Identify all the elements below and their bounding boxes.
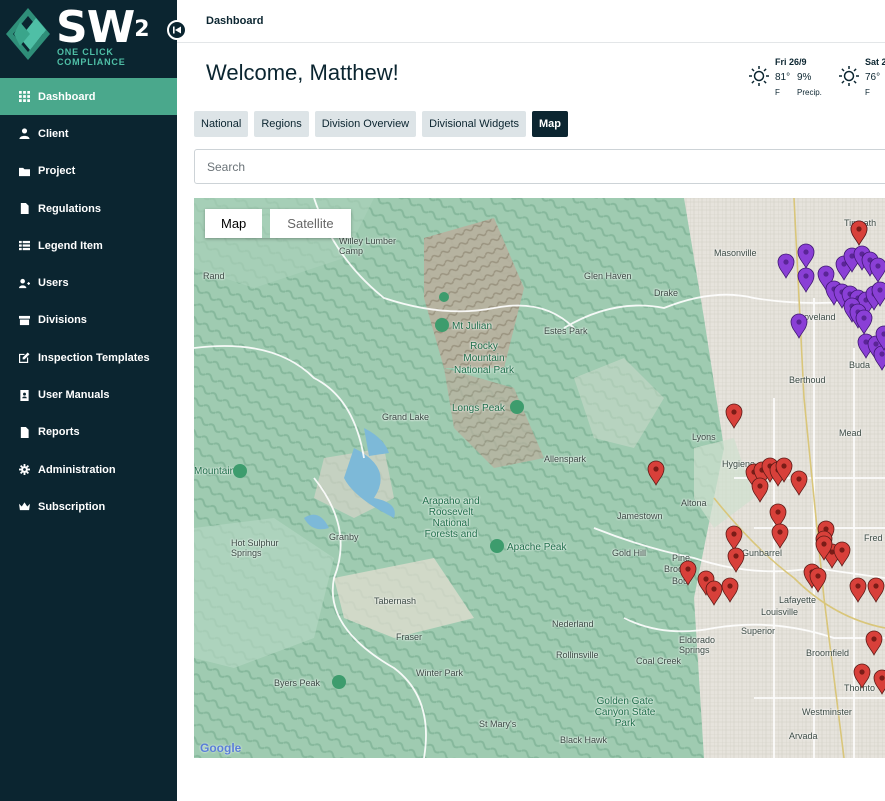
map-type-control: Map Satellite [205,209,351,238]
sidebar-item-label: Reports [38,426,80,439]
map-type-map-button[interactable]: Map [205,209,263,238]
tab-division-overview[interactable]: Division Overview [314,111,417,137]
red-site-pin-icon[interactable] [771,523,789,549]
red-site-pin-icon[interactable] [849,577,867,603]
weather-precip-label: Precip. [797,88,822,97]
purple-site-pin-icon[interactable] [797,267,815,293]
search-input[interactable] [194,149,885,184]
red-site-pin-icon[interactable] [790,470,808,496]
map-view[interactable]: Willey Lumber Camp Rand Glen Haven Mason… [194,198,885,758]
sidebar-item-project[interactable]: Project [0,153,177,190]
user-icon [18,128,30,140]
grid-icon [18,91,30,103]
red-site-pin-icon[interactable] [833,541,851,567]
map-type-satellite-button[interactable]: Satellite [270,209,351,238]
red-site-pin-icon[interactable] [647,460,665,486]
breadcrumb: Dashboard [206,15,264,27]
red-site-pin-icon[interactable] [727,547,745,573]
sidebar-item-users[interactable]: Users [0,264,177,301]
weather-precip: 9% [797,72,812,83]
red-site-pin-icon[interactable] [867,577,885,603]
red-site-pin-icon[interactable] [809,567,827,593]
sidebar-item-label: Client [38,127,69,140]
sidebar-nav: Dashboard Client Project Regulations Leg… [0,78,177,526]
sidebar-item-subscription[interactable]: Subscription [0,488,177,525]
weather-unit: F [775,88,780,97]
sidebar-item-label: Subscription [38,500,106,513]
app-root: SW2 ONE CLICK COMPLIANCE Dashboard Clien… [0,0,885,801]
red-site-pin-icon[interactable] [679,560,697,586]
red-site-pin-icon[interactable] [751,477,769,503]
crown-icon [18,501,30,513]
red-site-pin-icon[interactable] [705,580,723,606]
sidebar-item-regulations[interactable]: Regulations [0,190,177,227]
weather-date: Sat 2 [865,57,885,67]
top-bar: Dashboard [177,0,885,43]
weather-unit: F [865,88,870,97]
sidebar-item-legend-item[interactable]: Legend Item [0,227,177,264]
sidebar-item-label: Legend Item [38,239,103,252]
weather-temp: 76° [865,72,881,83]
sidebar-item-label: Administration [38,463,116,476]
file-icon [18,426,30,438]
red-site-pin-icon[interactable] [725,525,743,551]
skip-back-icon [173,26,181,34]
purple-site-pin-icon[interactable] [790,313,808,339]
purple-site-pin-icon[interactable] [869,257,885,283]
sun-icon [749,66,769,86]
sidebar-item-label: Users [38,277,69,290]
folder-icon [18,165,30,177]
archive-icon [18,314,30,326]
sidebar-item-label: User Manuals [38,389,110,402]
sidebar-item-dashboard[interactable]: Dashboard [0,78,177,116]
sidebar-item-label: Inspection Templates [38,351,150,364]
site-pins [647,220,885,695]
sidebar-item-label: Project [38,165,76,178]
brand-name: SW2 [56,2,150,53]
edit-icon [18,352,30,364]
google-attribution: Google [200,741,242,755]
sidebar-item-label: Divisions [38,314,87,327]
sidebar-item-user-manuals[interactable]: User Manuals [0,376,177,413]
sidebar-item-divisions[interactable]: Divisions [0,302,177,339]
sidebar-item-label: Regulations [38,202,101,215]
red-site-pin-icon[interactable] [873,669,885,695]
diamond-logo-icon [6,8,50,60]
sidebar-item-inspection-templates[interactable]: Inspection Templates [0,339,177,376]
red-site-pin-icon[interactable] [853,663,871,689]
brand-tagline: ONE CLICK COMPLIANCE [57,47,126,67]
gear-icon [18,464,30,476]
list-icon [18,240,30,252]
tab-national[interactable]: National [194,111,249,137]
collapse-sidebar-button[interactable] [167,20,187,40]
sidebar: SW2 ONE CLICK COMPLIANCE Dashboard Clien… [0,0,177,801]
tab-regions[interactable]: Regions [254,111,309,137]
red-site-pin-icon[interactable] [725,403,743,429]
users-icon [18,277,30,289]
page-title: Welcome, Matthew! [206,60,399,85]
purple-site-pin-icon[interactable] [777,253,795,279]
sun-icon [839,66,859,86]
red-site-pin-icon[interactable] [865,630,883,656]
weather-date: Fri 26/9 [775,57,807,67]
red-site-pin-icon[interactable] [850,220,868,246]
sidebar-item-reports[interactable]: Reports [0,414,177,451]
weather-day: Sat 2 76° F [838,55,885,99]
purple-site-pin-icon[interactable] [797,243,815,269]
sidebar-item-label: Dashboard [38,90,96,103]
document-icon [18,203,30,215]
dashboard-tabs: National Regions Division Overview Divis… [194,111,569,137]
weather-forecast: Fri 26/9 81° F 9% Precip. Sat 2 76° F [748,55,885,99]
book-icon [18,389,30,401]
weather-day: Fri 26/9 81° F 9% Precip. [748,55,838,99]
red-site-pin-icon[interactable] [721,577,739,603]
sidebar-item-administration[interactable]: Administration [0,451,177,488]
purple-site-pin-icon[interactable] [855,309,873,335]
sidebar-item-client[interactable]: Client [0,115,177,152]
brand-logo[interactable]: SW2 ONE CLICK COMPLIANCE [0,0,177,78]
weather-temp: 81° [775,72,791,83]
tab-map[interactable]: Map [532,111,569,137]
main-content: Dashboard Welcome, Matthew! Fri 26/9 81°… [177,0,885,801]
tab-divisional-widgets[interactable]: Divisional Widgets [422,111,527,137]
